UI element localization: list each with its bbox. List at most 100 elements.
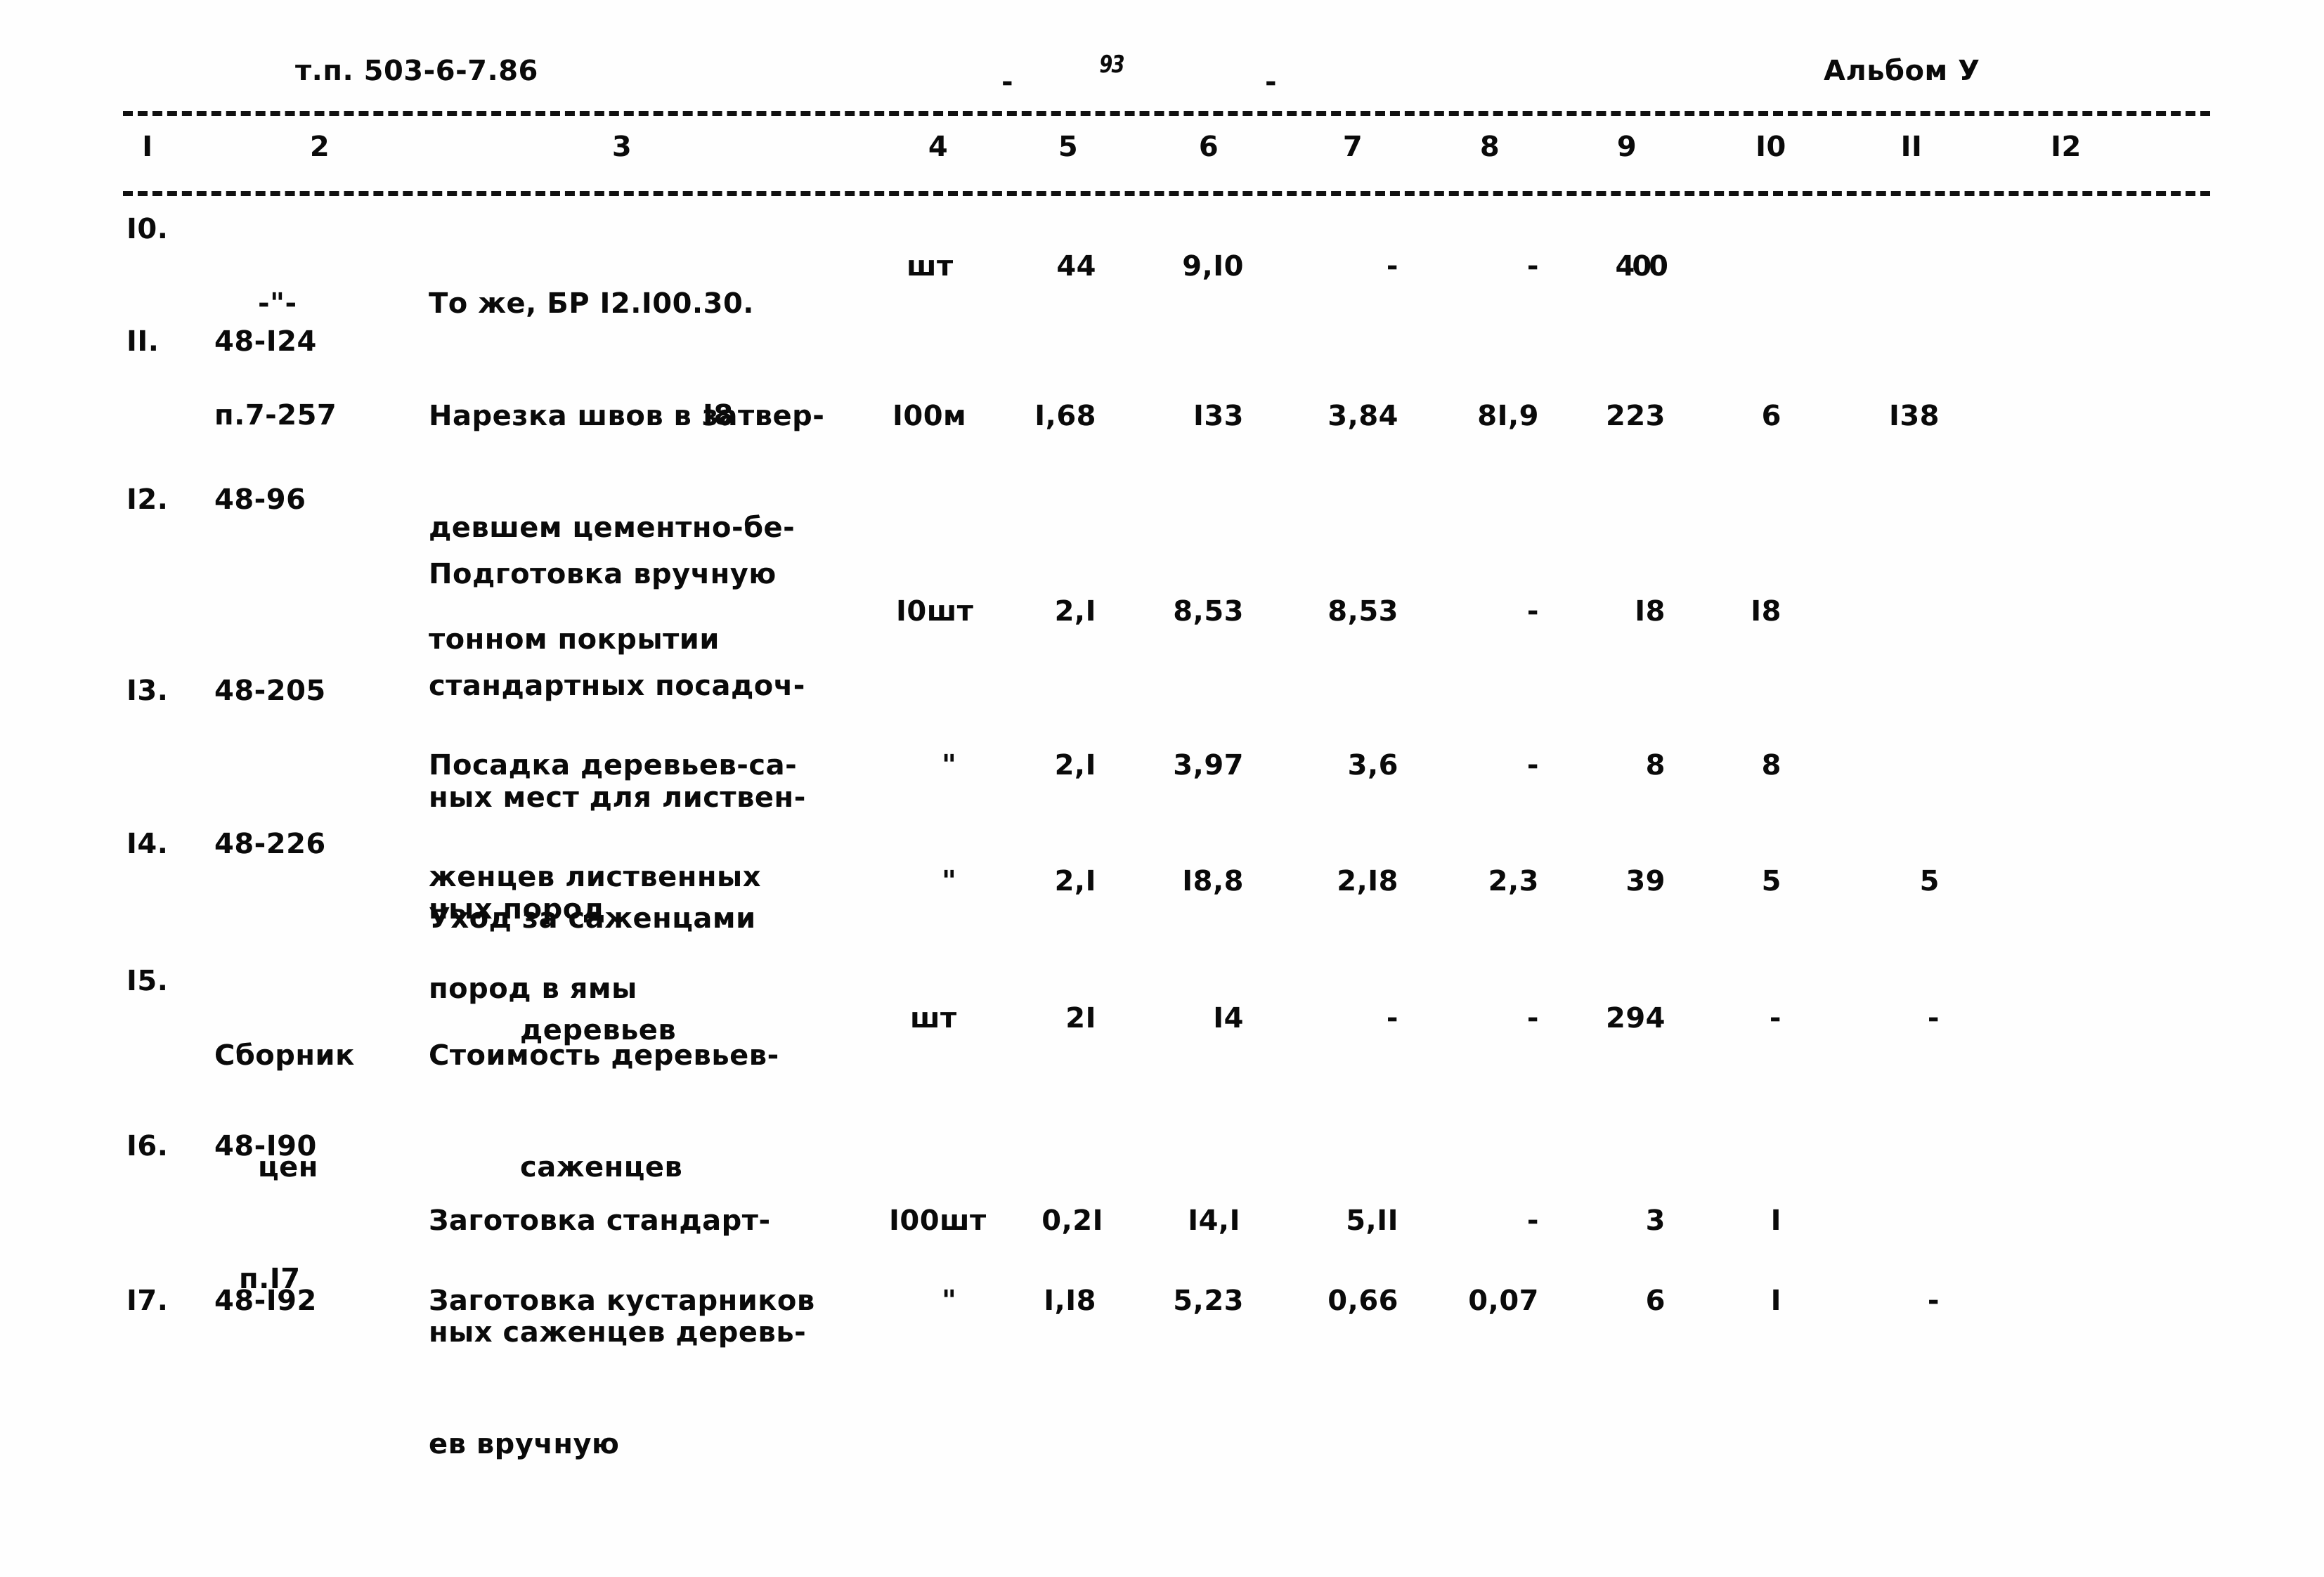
- row-col7: 3,84: [1327, 400, 1398, 432]
- table-row: I4. 48-226 Уход за саженцами деревьев " …: [0, 826, 2324, 1046]
- page-number: 93: [1099, 51, 1124, 79]
- table-row: I7. 48-I92 Заготовка кустарников " I,I8 …: [0, 1283, 2324, 1388]
- row-col5: 2,I: [1054, 865, 1096, 897]
- row-col11: I38: [1888, 400, 1940, 432]
- row-col6: 8,53: [1173, 595, 1244, 628]
- row-code: 48-I90: [214, 1130, 317, 1162]
- row-col9: 39: [1625, 865, 1666, 897]
- table-row: I2. 48-96 Подготовка вручную стандартных…: [0, 481, 2324, 926]
- row-col5: 2,I: [1054, 595, 1096, 628]
- album-label: Альбом У: [1824, 55, 1980, 87]
- row-number: I5.: [126, 965, 169, 997]
- column-number-6: 6: [1198, 131, 1219, 163]
- row-code: 48-I24: [214, 325, 317, 358]
- row-number: I7.: [126, 1285, 169, 1317]
- table-body: I0. -"- п.7-257 То же, БР I2.I00.30. I8 …: [0, 211, 2324, 1460]
- row-col8: -: [1526, 1002, 1539, 1034]
- row-col6: I33: [1193, 400, 1244, 432]
- row-col7: -: [1386, 250, 1398, 283]
- row-col5: I,68: [1034, 400, 1096, 432]
- row-col9: 400: [1615, 250, 1669, 283]
- row-col9: 294: [1606, 1002, 1666, 1034]
- row-unit: шт: [910, 1002, 957, 1034]
- row-col6: I4: [1213, 1002, 1244, 1034]
- row-unit: I00шт: [889, 1205, 987, 1237]
- page-header: т.п. 503-6-7.86 - 93 - Альбом У: [0, 51, 2324, 98]
- row-col9: 223: [1606, 400, 1666, 432]
- row-col8: -: [1526, 595, 1539, 628]
- row-col6: I8,8: [1182, 865, 1244, 897]
- row-unit: I0шт: [896, 595, 974, 628]
- column-number-5: 5: [1058, 131, 1079, 163]
- row-col6: 3,97: [1173, 749, 1244, 781]
- row-col10: I: [1770, 1285, 1781, 1317]
- column-number-2: 2: [309, 131, 330, 163]
- row-col6: 5,23: [1173, 1285, 1244, 1317]
- row-col8: -: [1526, 1205, 1539, 1237]
- row-code: 48-96: [214, 484, 306, 516]
- row-col10: 8: [1761, 749, 1781, 781]
- row-name: Заготовка кустарников: [429, 1285, 815, 1317]
- row-number: I2.: [126, 484, 169, 516]
- row-code: 48-I92: [214, 1285, 317, 1317]
- column-number-row: I 2 3 4 5 6 7 8 9 I0 II I2: [0, 131, 2324, 180]
- row-code: 48-205: [214, 675, 326, 707]
- row-name-line: Заготовка стандарт-: [429, 1205, 771, 1237]
- page-number-dash-left: -: [1001, 66, 1014, 98]
- row-col10: I: [1770, 1205, 1781, 1237]
- row-name-line: Посадка деревьев-са-: [429, 749, 798, 781]
- row-col5: 44: [1056, 250, 1096, 283]
- row-col8: 2,3: [1488, 865, 1539, 897]
- row-col9: 6: [1645, 1285, 1666, 1317]
- row-name-line: То же, БР I2.I00.30.: [429, 287, 754, 320]
- row-col6: I4,I: [1188, 1205, 1240, 1237]
- row-col11: -: [1927, 1002, 1940, 1034]
- row-unit: I00м: [892, 400, 967, 432]
- row-col6: 9,I0: [1182, 250, 1244, 283]
- column-number-11: II: [1900, 131, 1923, 163]
- row-col10: -: [1769, 1002, 1781, 1034]
- row-col10: 6: [1761, 400, 1781, 432]
- row-number: I0.: [126, 213, 169, 245]
- row-col9: I8: [1635, 595, 1666, 628]
- row-col7: 0,66: [1327, 1285, 1398, 1317]
- column-number-4: 4: [928, 131, 949, 163]
- row-col8: 0,07: [1468, 1285, 1539, 1317]
- row-col10: 5: [1761, 865, 1781, 897]
- column-number-10: I0: [1755, 131, 1786, 163]
- column-number-9: 9: [1616, 131, 1637, 163]
- table-row: I3. 48-205 Посадка деревьев-са- женцев л…: [0, 673, 2324, 1005]
- row-col7: 5,II: [1346, 1205, 1398, 1237]
- row-number: II.: [126, 325, 160, 358]
- table-row: I0. -"- п.7-257 То же, БР I2.I00.30. I8 …: [0, 211, 2324, 431]
- column-number-8: 8: [1479, 131, 1500, 163]
- row-name-line: Уход за саженцами: [429, 902, 756, 935]
- row-col7: -: [1386, 1002, 1398, 1034]
- row-col5: 2I: [1065, 1002, 1096, 1034]
- document-page: т.п. 503-6-7.86 - 93 - Альбом У I 2 3 4 …: [0, 0, 2324, 1577]
- column-number-3: 3: [611, 131, 632, 163]
- header-divider-top: [123, 111, 2210, 116]
- row-code-line: Сборник: [214, 1039, 355, 1072]
- row-col7: 8,53: [1327, 595, 1398, 628]
- document-code: т.п. 503-6-7.86: [295, 55, 538, 87]
- row-name-line: Стоимость деревьев-: [429, 1039, 779, 1072]
- row-name-line: Подготовка вручную: [429, 558, 777, 590]
- row-number: I3.: [126, 675, 169, 707]
- row-col8: 8I,9: [1477, 400, 1539, 432]
- table-row: II. 48-I24 Нарезка швов в затвер- девшем…: [0, 323, 2324, 656]
- row-code: 48-226: [214, 828, 326, 860]
- row-col5: 0,2I: [1041, 1205, 1103, 1237]
- row-col11: -: [1927, 1285, 1940, 1317]
- row-col8: -: [1526, 250, 1539, 283]
- row-number: I4.: [126, 828, 169, 860]
- column-number-1: I: [142, 131, 153, 163]
- row-col10: I8: [1751, 595, 1781, 628]
- row-code-line: -"-: [258, 287, 297, 320]
- row-col5: 2,I: [1054, 749, 1096, 781]
- row-number: I6.: [126, 1130, 169, 1162]
- row-col8: -: [1526, 749, 1539, 781]
- table-row: I5. Сборник цен п.I7 Стоимость деревьев-…: [0, 963, 2324, 1295]
- row-name-line: ев вручную: [429, 1428, 620, 1460]
- row-col11: 5: [1919, 865, 1940, 897]
